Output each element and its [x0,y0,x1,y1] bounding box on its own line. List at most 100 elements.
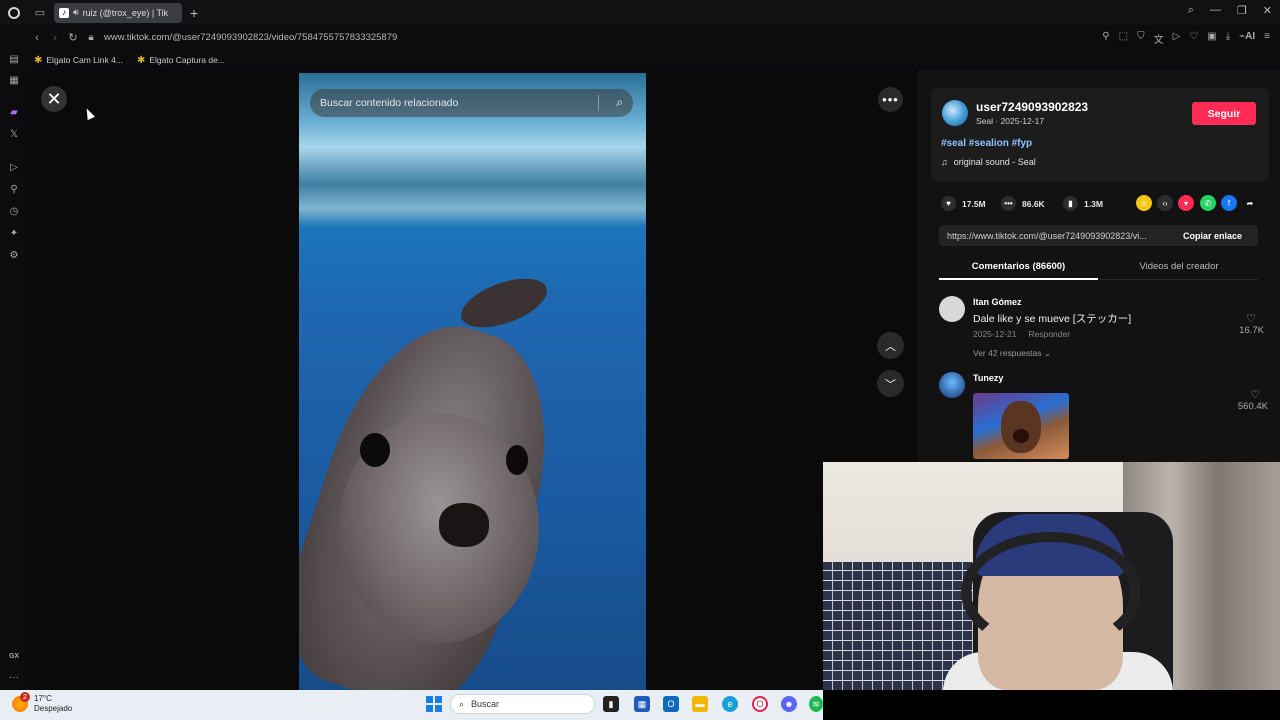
download-icon[interactable]: ⤓ [1226,31,1230,46]
tab-creator-videos[interactable]: Videos del creador [1100,256,1258,280]
weather-widget[interactable]: 2 17°C Despejado [12,692,72,714]
creator-username[interactable]: user7249093902823 [976,100,1088,114]
heart-outline-icon: ♡ [1246,313,1256,325]
start-button[interactable] [426,696,442,712]
heart-icon[interactable]: ♡ [1189,31,1198,46]
share-link-text[interactable]: https://www.tiktok.com/@user724909390282… [939,231,1171,241]
history-icon[interactable]: ◷ [7,204,21,218]
close-icon: ✕ [46,88,62,109]
search-icon: ⌕ [459,698,465,709]
maximize-button[interactable]: ❐ [1237,4,1247,17]
related-search-input[interactable]: Buscar contenido relacionado ⌕ [310,89,633,117]
forward-button[interactable]: › [46,32,64,44]
edge-icon[interactable]: e [722,696,738,712]
comment-like[interactable]: ♡ 16.7K [1214,312,1264,336]
bookmark-item[interactable]: ✱ Elgato Cam Link 4... [34,55,123,66]
pin-icon[interactable]: ⚲ [1102,31,1109,46]
next-video-button[interactable]: ﹀ [877,370,904,397]
twitch-icon[interactable]: ▰ [7,105,21,119]
hashtags[interactable]: #seal #sealion #fyp [941,138,1032,149]
chevron-down-icon: ﹀ [885,378,896,391]
send-icon[interactable]: ▾ [1178,195,1194,211]
facebook-icon[interactable]: f [1221,195,1237,211]
video-player[interactable]: Buscar contenido relacionado ⌕ [299,73,646,690]
share-arrow-icon[interactable]: ➦ [1242,195,1258,211]
window-controls: ⌕ — ❐ ✕ [1188,4,1272,17]
comment-avatar[interactable] [939,296,965,322]
heart-outline-icon: ♡ [1250,389,1260,401]
more-options-button[interactable]: ••• [878,87,903,112]
copy-link-button[interactable]: Copiar enlace [1183,231,1242,241]
comment-sticker-image[interactable] [973,393,1069,459]
news-icon[interactable]: ▤ [7,52,21,66]
comment-author[interactable]: Itan Gómez [973,297,1022,307]
tab-workspaces-icon[interactable]: ▭ [28,6,52,19]
task-view-icon[interactable]: ▮ [603,696,619,712]
shield-icon[interactable]: ⛉ [1137,31,1145,46]
browser-tab-active[interactable]: ♪ 🔊︎ ruiz (@trox_eye) | Tik [54,2,182,23]
previous-video-button[interactable]: ︿ [877,332,904,359]
close-window-button[interactable]: ✕ [1263,4,1272,17]
gx-corner-icon[interactable]: ▦ [7,73,21,87]
player-icon[interactable]: ▷ [1173,31,1181,46]
comment-meta: 2025-12-21 Responder [973,329,1070,339]
comment-avatar[interactable] [939,372,965,398]
outlook-icon[interactable]: O [663,696,679,712]
comment-author[interactable]: Tunezy [973,373,1003,383]
translate-icon[interactable]: 文 [1154,31,1164,46]
tab-title: ruiz (@trox_eye) | Tik [82,7,169,18]
store-icon[interactable]: ▦ [634,696,650,712]
snapshot-icon[interactable]: ⬚ [1119,31,1128,46]
lock-icon[interactable]: 🔒︎ [82,32,100,43]
bookmarks-bar: ✱ Elgato Cam Link 4... ✱ Elgato Captura … [28,50,1280,70]
aria-ai-button[interactable]: ⌁AI [1239,31,1255,46]
spotify-icon[interactable]: ≋ [809,696,823,712]
menu-icon[interactable]: ≡ [1264,31,1270,46]
chevron-down-icon: ⌄ [1043,348,1052,358]
embed-code-icon[interactable]: ‹› [1157,195,1173,211]
file-explorer-icon[interactable]: ▬ [692,696,708,712]
share-repost-icon[interactable]: ☺ [1136,195,1152,211]
opera-menu-icon[interactable] [0,0,28,25]
player-sidebar-icon[interactable]: ▷ [7,160,21,174]
tab-comments[interactable]: Comentarios (86600) [939,256,1098,280]
sound-link[interactable]: ♫ original sound - Seal [941,157,1036,167]
close-video-button[interactable]: ✕ [41,86,67,112]
bookmark-item[interactable]: ✱ Elgato Captura de... [137,55,225,66]
speaker-icon[interactable]: 🔊︎ [73,7,79,18]
seal-flipper [454,268,554,338]
more-sidebar-icon[interactable]: ··· [7,670,21,684]
comment-date: 2025-12-21 [973,329,1017,339]
weather-sun-icon: 2 [12,692,30,712]
search-icon[interactable]: ⌕ [616,95,623,110]
extensions-icon[interactable]: ✦ [7,226,21,240]
comment-stat[interactable]: ••• 86.6K [1001,196,1045,211]
reload-button[interactable]: ↻ [64,31,82,44]
new-tab-button[interactable]: + [190,5,198,21]
opera-gx-icon[interactable]: O [752,696,768,712]
share-link-box: https://www.tiktok.com/@user724909390282… [939,225,1258,246]
gx-label[interactable]: GX [7,649,21,663]
settings-icon[interactable]: ⚙ [7,248,21,262]
creator-avatar[interactable] [942,100,968,126]
notification-badge: 2 [20,692,30,702]
discord-icon[interactable]: ☻ [781,696,797,712]
comment-like[interactable]: ♡ 560.4K [1218,388,1268,412]
save-stat[interactable]: ▮ 1.3M [1063,196,1103,211]
view-replies-button[interactable]: Ver 42 respuestas ⌄ [973,348,1051,359]
reply-button[interactable]: Responder [1028,329,1070,339]
x-twitter-icon[interactable]: 𝕏 [7,127,21,141]
minimize-button[interactable]: — [1210,4,1221,17]
seal-eye [360,433,390,467]
follow-button[interactable]: Seguir [1192,102,1256,125]
search-tabs-icon[interactable]: ⌕ [1188,4,1194,17]
comment-text: Dale like y se mueve [ステッカー] [973,313,1132,325]
url-field[interactable]: www.tiktok.com/@user7249093902823/video/… [104,32,397,43]
like-stat[interactable]: ♥ 17.5M [941,196,986,211]
back-button[interactable]: ‹ [28,32,46,44]
pinboard-icon[interactable]: ⚲ [7,182,21,196]
whatsapp-icon[interactable]: ✆ [1200,195,1216,211]
tiktok-favicon-icon: ♪ [59,7,69,18]
wallet-icon[interactable]: ▣ [1207,31,1216,46]
taskbar-search[interactable]: ⌕ Buscar [450,694,595,714]
